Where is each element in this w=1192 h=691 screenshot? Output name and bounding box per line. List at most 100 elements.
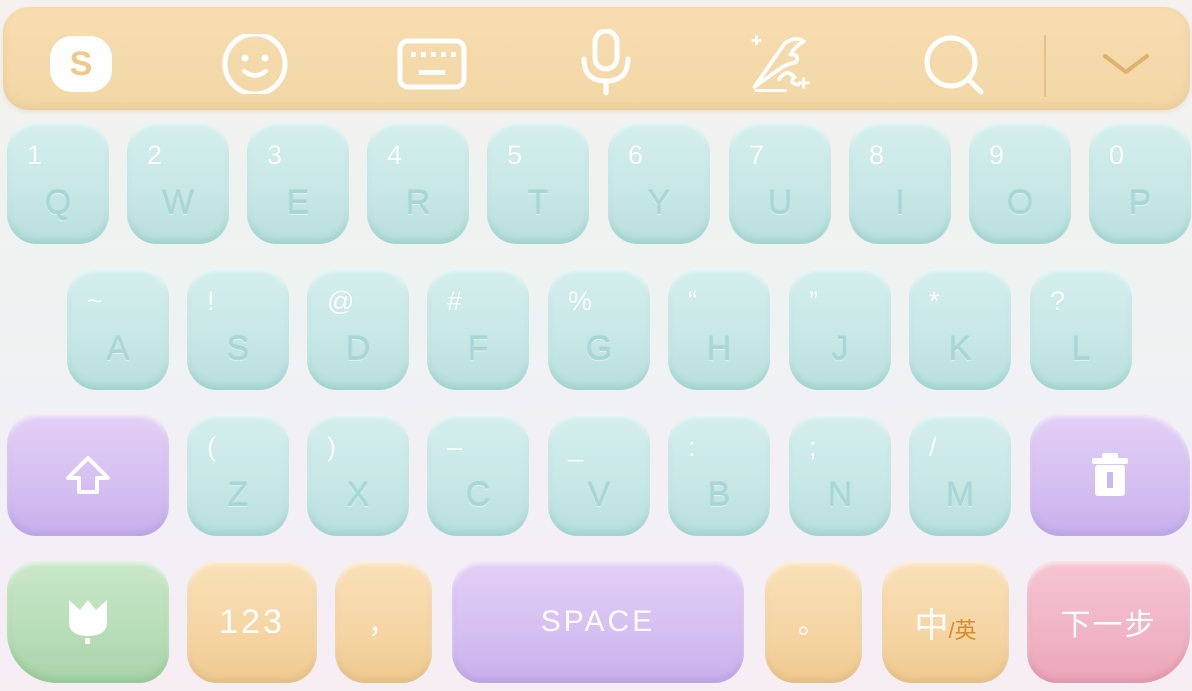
key-label: P [1128,184,1152,222]
key-u[interactable]: 7U [729,122,831,244]
key-y[interactable]: 6Y [608,122,710,244]
key-sub: ? [1050,286,1066,316]
key-s[interactable]: ! S [187,268,289,390]
period-key[interactable]: 。 [765,561,862,683]
key-sub: ( [207,432,216,462]
space-key-label: SPACE [540,605,656,638]
key-sub: 0 [1109,140,1125,170]
key-z[interactable]: (Z [187,414,289,536]
shift-arrow-icon [66,456,110,494]
key-sub: 8 [869,140,885,170]
lang-sub-label: /英 [948,618,977,643]
key-w[interactable]: 2W [127,122,229,244]
key-label: J [831,330,849,368]
shift-key[interactable] [7,414,169,536]
key-e[interactable]: 3E [247,122,349,244]
key-l[interactable]: ? L [1030,268,1132,390]
key-label: S [226,330,250,368]
key-label: D [345,330,371,368]
keyboard-toolbar: S [3,7,1190,110]
key-r[interactable]: 4R [367,122,469,244]
space-key[interactable]: SPACE [452,561,744,683]
key-sub: 2 [147,140,163,170]
key-sub: : [688,432,696,462]
key-sub: – [447,432,463,462]
key-sub: 4 [387,140,403,170]
key-label: K [948,330,972,368]
key-label: T [527,184,549,222]
svg-text:S: S [70,45,93,83]
collapse-chevron-icon[interactable] [1091,34,1161,94]
key-n[interactable]: ; N [789,414,891,536]
emoji-icon[interactable] [220,34,290,94]
key-sub: ” [809,286,818,316]
key-sub: ) [327,432,336,462]
key-sub: 1 [27,140,43,170]
key-o[interactable]: 9O [969,122,1071,244]
key-sub: 3 [267,140,283,170]
key-sub: * [929,286,940,316]
key-label: A [106,330,130,368]
key-label: I [895,184,905,222]
key-label: X [346,476,370,514]
language-switch-key[interactable]: 中 /英 [882,561,1009,683]
microphone-icon[interactable] [571,29,641,96]
key-sub: 6 [628,140,644,170]
key-p[interactable]: 0P [1089,122,1191,244]
key-sub: ! [207,286,215,316]
key-label: V [587,476,611,514]
next-step-key[interactable]: 下一步 [1027,561,1190,683]
comma-key-label: ， [367,608,399,639]
key-sub: ; [809,432,817,462]
key-sub: @ [327,286,355,316]
key-label: H [706,330,732,368]
key-i[interactable]: 8I [849,122,951,244]
key-j[interactable]: ” J [789,268,891,390]
comma-key[interactable]: ， [335,561,432,683]
key-k[interactable]: * K [909,268,1011,390]
key-sub: _ [568,432,584,462]
key-label: N [827,476,853,514]
tulip-icon [69,600,107,644]
key-label: B [707,476,731,514]
key-sub: # [447,286,463,316]
next-step-label: 下一步 [1060,609,1157,642]
key-label: G [585,330,613,368]
key-x[interactable]: ) X [307,414,409,536]
key-sub: % [568,286,593,316]
key-m[interactable]: / M [909,414,1011,536]
key-label: E [286,184,310,222]
key-label: L [1071,330,1091,368]
key-sub: 5 [507,140,523,170]
key-g[interactable]: % G [548,268,650,390]
key-sub: / [929,432,937,462]
key-label: M [945,476,975,514]
toolbar-divider [1044,35,1046,97]
key-sub: ~ [87,286,103,316]
keyboard-icon[interactable] [397,34,467,94]
key-d[interactable]: @ D [307,268,409,390]
period-key-label: 。 [797,608,829,639]
key-v[interactable]: _ V [548,414,650,536]
key-label: U [767,184,793,222]
key-label: Z [227,476,249,514]
key-a[interactable]: ~ A [67,268,169,390]
search-icon[interactable] [919,34,989,94]
emoji-panel-key[interactable] [7,561,169,683]
key-label: F [467,330,489,368]
key-c[interactable]: – C [427,414,529,536]
key-t[interactable]: 5T [487,122,589,244]
key-label: O [1006,184,1034,222]
key-h[interactable]: “H [668,268,770,390]
numbers-key[interactable]: 123 [187,561,317,683]
handwriting-quill-icon[interactable] [747,34,817,94]
key-f[interactable]: # F [427,268,529,390]
trash-delete-icon [1092,453,1128,496]
key-q[interactable]: 1Q [7,122,109,244]
logo-s-icon[interactable]: S [46,34,116,94]
key-sub: 7 [749,140,765,170]
key-label: Y [647,184,671,222]
key-label: R [405,184,431,222]
key-b[interactable]: :B [668,414,770,536]
delete-key[interactable] [1030,414,1190,536]
